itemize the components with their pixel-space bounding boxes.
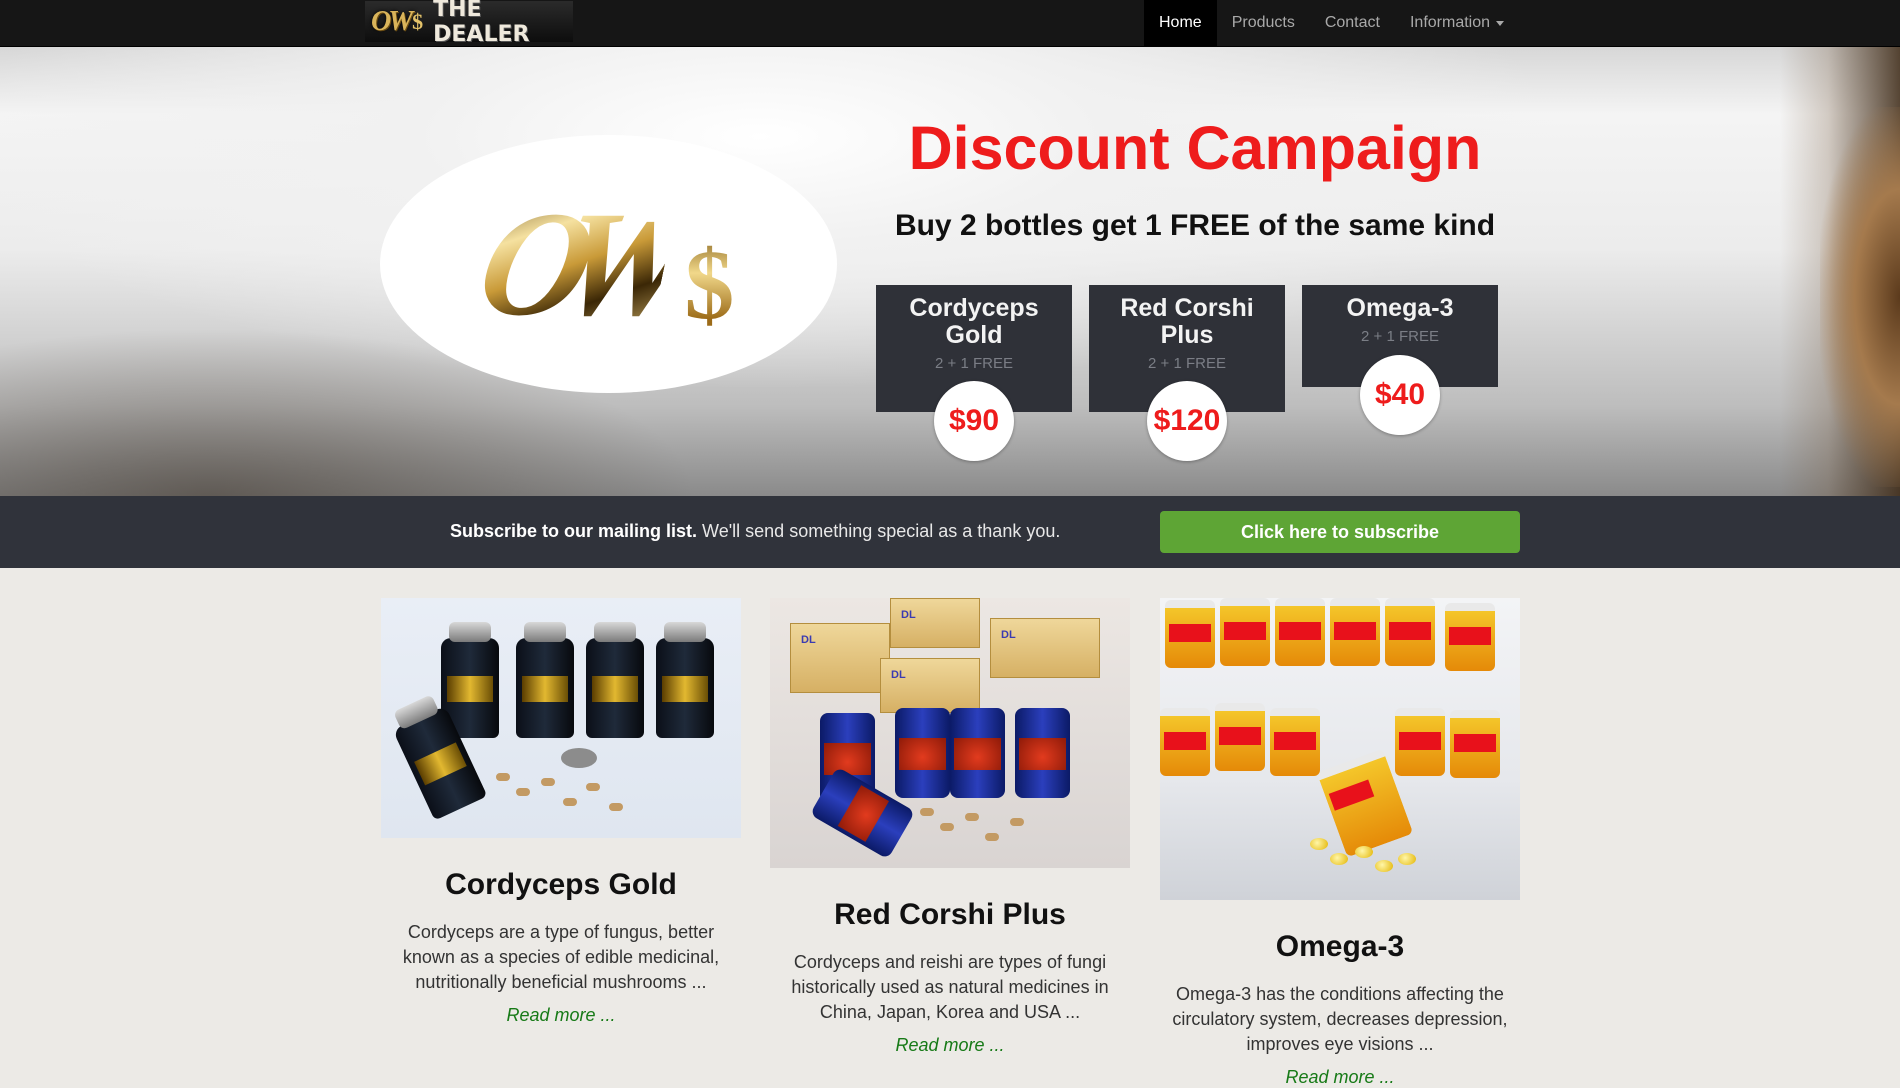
offer-deal: 2 + 1 FREE — [935, 355, 1013, 372]
brand-name: THE DEALER — [433, 0, 530, 47]
gel-capsule-shape — [1398, 853, 1416, 865]
capsule-shape — [1010, 818, 1024, 826]
campaign-subtitle: Buy 2 bottles get 1 FREE of the same kin… — [894, 209, 1496, 242]
hero-logo: OW $ — [380, 135, 837, 393]
subscribe-button[interactable]: Click here to subscribe — [1160, 511, 1520, 553]
product-description: Cordyceps are a type of fungus, better k… — [402, 922, 720, 992]
offer-card-cordyceps[interactable]: Cordyceps Gold 2 + 1 FREE $90 — [876, 285, 1072, 461]
bottle-shape — [1015, 708, 1070, 798]
nav-information-label: Information — [1409, 14, 1491, 31]
brand-logo[interactable]: OW $ THE DEALER — [365, 0, 573, 47]
bottle-shape — [516, 622, 574, 738]
bottle-shape — [586, 622, 644, 738]
box-shape: DL — [990, 618, 1100, 678]
subscribe-lead: Subscribe to our mailing list. — [450, 521, 698, 541]
capsule-shape — [586, 783, 600, 791]
subscribe-bar: Subscribe to our mailing list. We'll sen… — [0, 496, 1900, 568]
gel-capsule-shape — [1355, 846, 1373, 858]
offer-price: $90 — [934, 381, 1014, 461]
capsule-shape — [563, 798, 577, 806]
box-shape: DL — [790, 623, 890, 693]
product-image[interactable] — [1160, 598, 1520, 900]
brand-mark: OW — [371, 5, 413, 37]
read-more-link[interactable]: Read more ... — [381, 1005, 741, 1026]
offer-deal: 2 + 1 FREE — [1148, 355, 1226, 372]
offer-price: $40 — [1360, 355, 1440, 435]
bottle-shape — [1160, 708, 1210, 776]
nav-information[interactable]: Information — [1395, 0, 1519, 46]
offer-name: Omega-3 — [1346, 294, 1454, 322]
bottle-shape — [1220, 598, 1270, 666]
logo-dollar: $ — [684, 228, 735, 340]
capsule-shape — [541, 778, 555, 786]
product-description: Cordyceps and reishi are types of fungi … — [791, 952, 1109, 1022]
bottle-shape — [895, 708, 950, 798]
bottle-shape — [656, 622, 714, 738]
product-card-cordyceps: Cordyceps Gold Cordyceps are a type of f… — [381, 598, 741, 1026]
product-title[interactable]: Cordyceps Gold — [381, 868, 741, 902]
bottle-shape — [1165, 600, 1215, 668]
box-label: DL — [901, 609, 916, 621]
brand-dollar: $ — [412, 8, 424, 34]
offer-deal: 2 + 1 FREE — [1361, 328, 1439, 345]
capsule-shape — [985, 833, 999, 841]
bottle-shape — [1385, 598, 1435, 666]
nav-contact[interactable]: Contact — [1310, 0, 1395, 46]
subscribe-message: We'll send something special as a thank … — [697, 521, 1061, 541]
offer-price: $120 — [1147, 381, 1227, 461]
product-card-red-corshi: DL DL DL DL Red Corshi Plus Cordyceps an… — [770, 598, 1130, 1056]
offer-card-red-corshi[interactable]: Red Corshi Plus 2 + 1 FREE $120 — [1089, 285, 1285, 461]
bottle-shape — [1450, 710, 1500, 778]
bottle-shape — [1215, 703, 1265, 771]
product-image[interactable]: DL DL DL DL — [770, 598, 1130, 868]
product-image[interactable] — [381, 598, 741, 838]
chevron-down-icon — [1496, 20, 1505, 26]
bottle-shape — [950, 708, 1005, 798]
product-description: Omega-3 has the conditions affecting the… — [1172, 984, 1508, 1054]
product-title[interactable]: Omega-3 — [1160, 930, 1520, 964]
box-label: DL — [891, 669, 906, 681]
box-label: DL — [801, 634, 816, 646]
bottle-cap-shape — [561, 748, 597, 768]
nav-home[interactable]: Home — [1144, 0, 1217, 46]
offer-name: Cordyceps Gold — [909, 294, 1039, 349]
main-nav: Home Products Contact Information — [1144, 0, 1519, 46]
subscribe-text: Subscribe to our mailing list. We'll sen… — [450, 521, 1060, 542]
logo-mark: OW — [464, 178, 682, 350]
capsule-shape — [496, 773, 510, 781]
offer-name: Red Corshi Plus — [1120, 294, 1254, 349]
hero-banner: OW $ Discount Campaign Buy 2 bottles get… — [0, 47, 1900, 496]
bottle-shape — [1395, 708, 1445, 776]
product-card-omega3: Omega-3 Omega-3 has the conditions affec… — [1160, 598, 1520, 1088]
capsule-shape — [516, 788, 530, 796]
hero-ball-image — [1820, 107, 1900, 487]
box-shape: DL — [890, 598, 980, 648]
capsule-shape — [920, 808, 934, 816]
gel-capsule-shape — [1330, 853, 1348, 865]
product-list: Cordyceps Gold Cordyceps are a type of f… — [0, 568, 1900, 1087]
box-shape: DL — [880, 658, 980, 713]
gel-capsule-shape — [1310, 838, 1328, 850]
product-title[interactable]: Red Corshi Plus — [770, 898, 1130, 932]
capsule-shape — [609, 803, 623, 811]
capsule-shape — [965, 813, 979, 821]
navbar: OW $ THE DEALER Home Products Contact In… — [0, 0, 1900, 47]
read-more-link[interactable]: Read more ... — [770, 1035, 1130, 1056]
offer-card-omega3[interactable]: Omega-3 2 + 1 FREE $40 — [1302, 285, 1498, 435]
read-more-link[interactable]: Read more ... — [1160, 1067, 1520, 1088]
campaign-title: Discount Campaign — [908, 114, 1482, 182]
bottle-shape — [1270, 708, 1320, 776]
gel-capsule-shape — [1375, 860, 1393, 872]
box-label: DL — [1001, 629, 1016, 641]
bottle-shape — [1275, 598, 1325, 666]
bottle-shape — [1445, 603, 1495, 671]
nav-products[interactable]: Products — [1217, 0, 1310, 46]
bottle-shape — [1330, 598, 1380, 666]
capsule-shape — [940, 823, 954, 831]
